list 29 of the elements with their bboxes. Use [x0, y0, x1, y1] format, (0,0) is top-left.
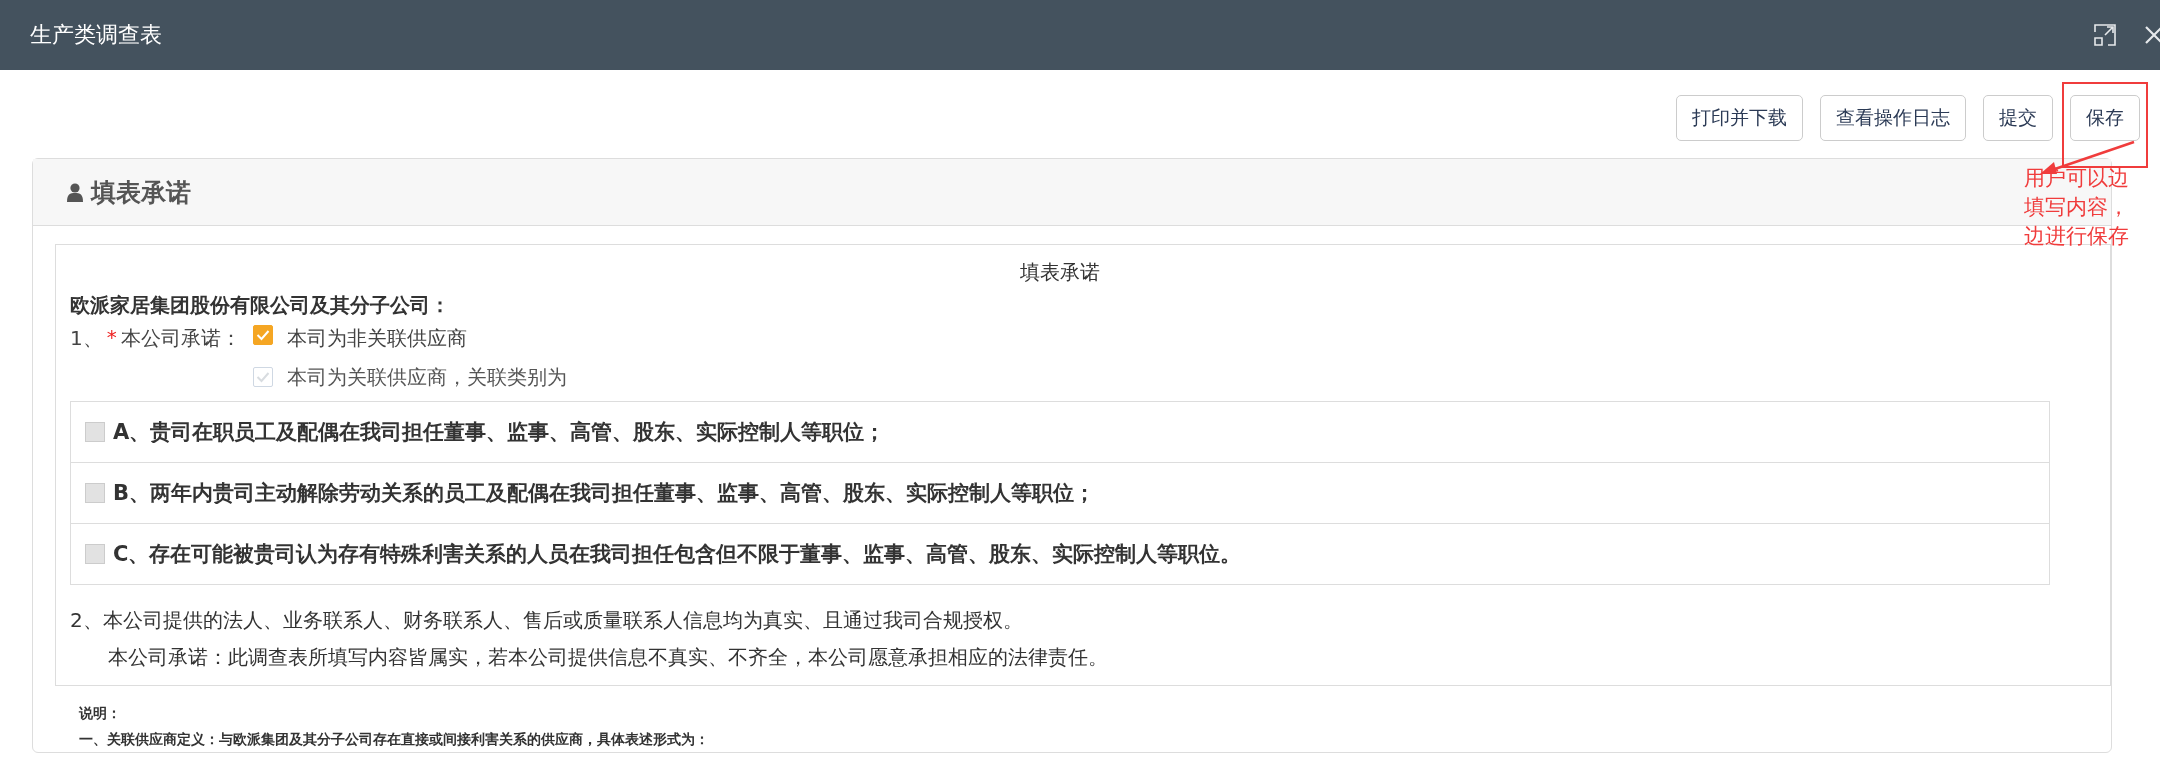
addressee-text: 欧派家居集团股份有限公司及其分子公司： [70, 292, 451, 319]
category-label: C、存在可能被贵司认为存有特殊利害关系的人员在我司担任包含但不限于董事、监事、高管、股东、实际控制人等职位。 [113, 541, 1242, 568]
item-label: 本公司承诺： [120, 325, 241, 352]
toolbar-button[interactable]: 查看操作日志 [1820, 95, 1966, 141]
toolbar-button[interactable]: 保存 [2070, 95, 2140, 141]
checkbox[interactable] [85, 544, 105, 564]
checkbox[interactable] [252, 325, 273, 345]
panel-title: 填表承诺 [91, 176, 191, 209]
option-label: 本司为关联供应商，关联类别为 [286, 363, 567, 391]
maximize-icon[interactable] [2094, 24, 2116, 46]
window-title: 生产类调查表 [30, 21, 162, 49]
item-number: 1、 [70, 325, 103, 352]
toolbar-button[interactable]: 提交 [1983, 95, 2053, 141]
close-icon[interactable] [2144, 25, 2160, 45]
option-label: 本司为非关联供应商 [286, 325, 467, 352]
required-mark: * [106, 325, 117, 351]
checkmark-icon [255, 371, 270, 383]
checkmark-icon [255, 329, 270, 341]
pledge-text: 本公司承诺：此调查表所填写内容皆属实，若本公司提供信息不真实、不齐全，本公司愿意承担相应的法律责任。 [107, 644, 1109, 671]
toolbar-button[interactable]: 打印并下载 [1676, 95, 1803, 141]
form-title: 填表承诺 [1019, 259, 1101, 286]
item-text: 2、本公司提供的法人、业务联系人、财务联系人、售后或质量联系人信息均为真实、且通过我司合规授权。 [70, 607, 1024, 634]
user-icon [67, 182, 83, 202]
notes-text: 一、关联供应商定义：与欧派集团及其分子公司存在直接或间接利害关系的供应商，具体表述形式为： [79, 730, 710, 749]
checkbox[interactable] [85, 483, 105, 503]
category-label: A、贵司在职员工及配偶在我司担任董事、监事、高管、股东、实际控制人等职位； [113, 419, 886, 446]
category-label: B、两年内贵司主动解除劳动关系的员工及配偶在我司担任董事、监事、高管、股东、实际控制人等职位； [113, 480, 1095, 507]
notes-heading: 说明： [79, 704, 122, 723]
checkbox[interactable] [85, 422, 105, 442]
